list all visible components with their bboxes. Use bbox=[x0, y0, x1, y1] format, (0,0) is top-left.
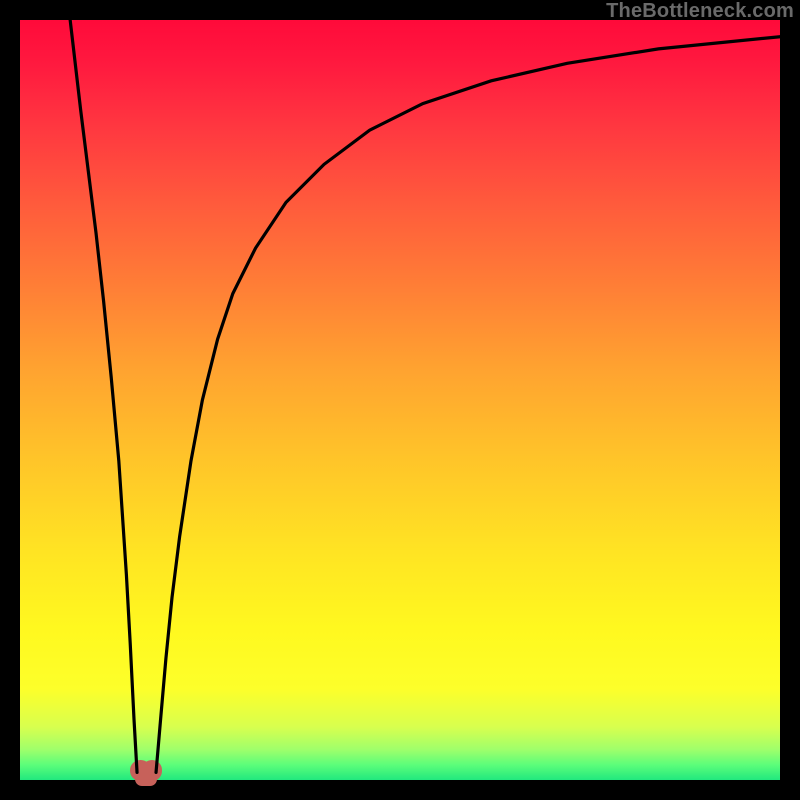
chart-frame bbox=[20, 20, 780, 780]
chart-background-gradient bbox=[20, 20, 780, 780]
